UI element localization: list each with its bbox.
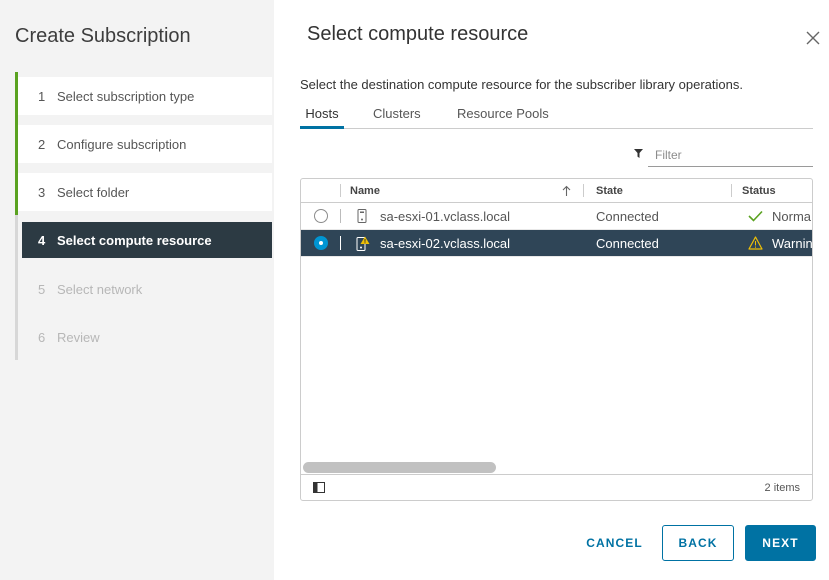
host-status: Warnin xyxy=(772,235,812,251)
wizard-step-select-network: 5 Select network xyxy=(18,270,272,308)
host-state: Connected xyxy=(596,208,659,224)
page-description: Select the destination compute resource … xyxy=(300,77,743,92)
host-warning-icon xyxy=(356,236,370,251)
create-subscription-dialog: Create Subscription 1 Select subscriptio… xyxy=(0,0,829,580)
column-header-state-label: State xyxy=(596,184,623,197)
scrollbar-thumb[interactable] xyxy=(303,462,496,473)
column-header-status[interactable]: Status xyxy=(731,179,812,202)
step-label: Select compute resource xyxy=(57,232,212,248)
check-icon xyxy=(748,210,763,222)
step-label: Configure subscription xyxy=(57,136,187,152)
horizontal-scrollbar[interactable] xyxy=(301,461,812,474)
host-icon xyxy=(357,209,367,223)
tab-resource-pools[interactable]: Resource Pools xyxy=(454,100,552,128)
host-status: Norma xyxy=(772,208,812,224)
step-number: 2 xyxy=(38,136,46,152)
row-select-cell xyxy=(301,230,340,256)
column-header-status-label: Status xyxy=(742,184,776,197)
tab-clusters[interactable]: Clusters xyxy=(370,100,424,128)
tab-hosts[interactable]: Hosts xyxy=(300,100,344,129)
wizard-title: Create Subscription xyxy=(15,25,191,47)
host-state-cell: Connected xyxy=(583,230,731,256)
close-icon xyxy=(806,31,820,45)
sort-arrow-graphic xyxy=(562,185,571,196)
column-toggle-icon[interactable] xyxy=(313,482,325,493)
filter-icon xyxy=(634,149,643,158)
resource-type-tabs: Hosts Clusters Resource Pools xyxy=(300,100,813,129)
host-status-cell: Warnin xyxy=(731,230,812,256)
datagrid-body: sa-esxi-01.vclass.local Connected Norma xyxy=(301,203,812,474)
datagrid-header: Name State Status xyxy=(301,179,812,203)
host-name-cell: sa-esxi-01.vclass.local xyxy=(340,203,583,229)
wizard-sidebar: Create Subscription 1 Select subscriptio… xyxy=(0,0,274,580)
host-name: sa-esxi-01.vclass.local xyxy=(380,208,511,224)
row-radio-button[interactable] xyxy=(313,236,328,250)
row-radio-button[interactable] xyxy=(313,209,328,223)
item-count: 2 items xyxy=(764,481,800,494)
step-label: Select subscription type xyxy=(57,88,195,104)
wizard-step-select-compute-resource[interactable]: 4 Select compute resource xyxy=(22,222,272,258)
wizard-step-select-folder[interactable]: 3 Select folder xyxy=(18,173,272,211)
filter-funnel-graphic xyxy=(634,149,643,158)
filter-input[interactable] xyxy=(648,144,813,167)
host-state: Connected xyxy=(596,235,659,251)
step-number: 1 xyxy=(38,88,46,104)
step-label: Review xyxy=(57,329,100,345)
close-button[interactable] xyxy=(806,31,820,45)
wizard-step-select-subscription-type[interactable]: 1 Select subscription type xyxy=(18,77,272,115)
page-title: Select compute resource xyxy=(307,23,529,45)
sort-ascending-icon[interactable] xyxy=(562,185,571,197)
step-number: 4 xyxy=(38,232,46,248)
warning-icon xyxy=(748,236,763,250)
wizard-step-configure-subscription[interactable]: 2 Configure subscription xyxy=(18,125,272,163)
host-name: sa-esxi-02.vclass.local xyxy=(380,235,511,251)
wizard-step-review: 6 Review xyxy=(18,318,272,356)
step-number: 6 xyxy=(38,329,46,345)
host-status-cell: Norma xyxy=(731,203,812,229)
next-button[interactable]: NEXT xyxy=(745,525,816,561)
hosts-datagrid: Name State Status sa-esxi-01.vclass.loca… xyxy=(300,178,813,501)
host-state-cell: Connected xyxy=(583,203,731,229)
table-row[interactable]: sa-esxi-02.vclass.local Connected Warnin xyxy=(301,230,812,257)
select-column-header xyxy=(301,179,340,202)
datagrid-footer: 2 items xyxy=(301,474,812,500)
row-select-cell xyxy=(301,203,340,229)
column-header-state[interactable]: State xyxy=(583,179,731,202)
step-label: Select folder xyxy=(57,184,130,200)
column-header-name[interactable]: Name xyxy=(340,179,583,202)
step-number: 3 xyxy=(38,184,46,200)
table-row[interactable]: sa-esxi-01.vclass.local Connected Norma xyxy=(301,203,812,230)
step-label: Select network xyxy=(57,281,143,297)
back-button[interactable]: BACK xyxy=(662,525,734,561)
host-name-cell: sa-esxi-02.vclass.local xyxy=(340,230,583,256)
column-toggle-graphic xyxy=(313,482,325,493)
step-number: 5 xyxy=(38,281,46,297)
column-header-name-label: Name xyxy=(350,184,380,197)
cancel-button[interactable]: CANCEL xyxy=(580,525,649,561)
